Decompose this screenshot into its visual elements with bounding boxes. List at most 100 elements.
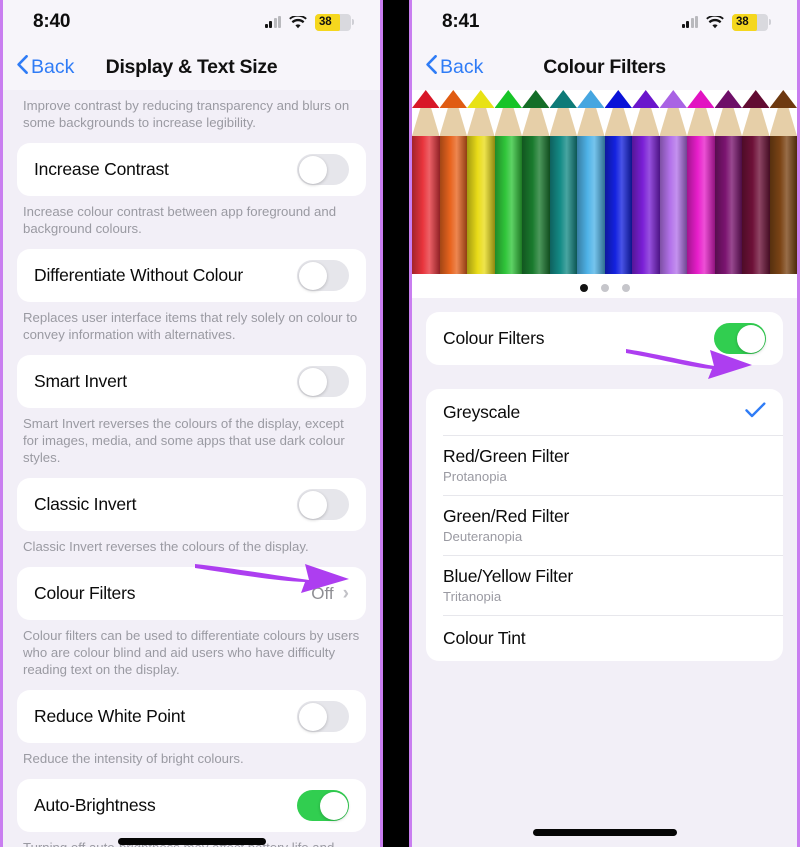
home-indicator xyxy=(532,829,677,836)
back-button[interactable]: Back xyxy=(17,54,75,80)
back-button-label: Back xyxy=(440,55,484,78)
pencil-row xyxy=(412,90,797,274)
row-classic-invert[interactable]: Classic Invert xyxy=(17,478,366,531)
filter-options-list: Greyscale Red/Green Filter Protanopia Gr… xyxy=(426,389,783,661)
row-smart-invert[interactable]: Smart Invert xyxy=(17,355,366,408)
filter-subtitle: Deuteranopia xyxy=(443,529,523,544)
colour-filters-body: Colour Filters Greyscale Red/Green Filte… xyxy=(412,298,797,661)
pencil-4 xyxy=(494,90,522,274)
pencil-9 xyxy=(632,90,660,274)
filter-title: Greyscale xyxy=(443,401,520,422)
back-button[interactable]: Back xyxy=(426,54,484,80)
pager-dot-3[interactable] xyxy=(621,284,630,292)
card-smart-invert: Smart Invert xyxy=(17,355,366,408)
wifi-icon xyxy=(706,15,724,29)
row-label: Reduce White Point xyxy=(34,706,186,726)
row-label: Auto-Brightness xyxy=(34,795,156,815)
toggle-auto-brightness[interactable] xyxy=(297,790,349,821)
card-increase-contrast: Increase Contrast xyxy=(17,143,366,196)
home-indicator xyxy=(117,838,266,845)
pencil-1 xyxy=(412,90,440,274)
wifi-icon xyxy=(289,15,307,29)
row-auto-brightness[interactable]: Auto-Brightness xyxy=(17,779,366,832)
footnote-reduce-white-point: Reduce the intensity of bright colours. xyxy=(23,751,244,766)
row-colour-filters-toggle[interactable]: Colour Filters xyxy=(426,312,783,365)
row-colour-filters[interactable]: Colour Filters Off › xyxy=(17,567,366,620)
battery-percent: 38 xyxy=(736,16,749,28)
filter-title: Red/Green Filter xyxy=(443,446,570,466)
nav-bar-left: Back Display & Text Size xyxy=(3,44,380,90)
status-time: 8:41 xyxy=(442,11,480,32)
phone-screenshot-display-text-size: 8:40 38 Back Display & Text Size Improve… xyxy=(0,0,383,847)
list-item-blue-yellow-filter[interactable]: Blue/Yellow Filter Tritanopia xyxy=(426,555,783,615)
pencil-14 xyxy=(769,90,797,274)
filter-title: Blue/Yellow Filter xyxy=(443,566,573,586)
filter-title: Green/Red Filter xyxy=(443,506,570,526)
toggle-classic-invert[interactable] xyxy=(297,489,349,520)
pager-dot-1[interactable] xyxy=(579,284,588,292)
card-auto-brightness: Auto-Brightness xyxy=(17,779,366,832)
back-button-label: Back xyxy=(31,55,75,78)
row-label: Classic Invert xyxy=(34,494,137,514)
nav-bar-right: Back Colour Filters xyxy=(412,44,797,90)
status-indicators: 38 xyxy=(264,13,354,31)
checkmark-icon xyxy=(745,402,766,422)
list-item-green-red-filter[interactable]: Green/Red Filter Deuteranopia xyxy=(426,495,783,555)
pencil-5 xyxy=(522,90,550,274)
footnote-differentiate-without-colour: Replaces user interface items that rely … xyxy=(23,310,358,342)
row-label: Smart Invert xyxy=(34,371,127,391)
toggle-increase-contrast[interactable] xyxy=(297,154,349,185)
status-time: 8:40 xyxy=(33,11,71,32)
pencil-10 xyxy=(659,90,687,274)
card-reduce-white-point: Reduce White Point xyxy=(17,690,366,743)
card-colour-filters: Colour Filters Off › xyxy=(17,567,366,620)
chevron-right-icon: › xyxy=(342,583,349,604)
cellular-signal-icon xyxy=(264,16,281,28)
pencil-7 xyxy=(577,90,605,274)
footnote-classic-invert: Classic Invert reverses the colours of t… xyxy=(23,539,309,554)
list-item-colour-tint[interactable]: Colour Tint xyxy=(426,615,783,661)
battery-icon: 38 xyxy=(315,13,354,31)
status-bar-left: 8:40 38 xyxy=(3,0,380,44)
card-colour-filters-toggle: Colour Filters xyxy=(426,312,783,365)
footnote-colour-filters: Colour filters can be used to differenti… xyxy=(23,628,360,677)
row-label: Colour Filters xyxy=(443,328,545,348)
battery-icon: 38 xyxy=(732,13,771,31)
status-bar-right: 8:41 38 xyxy=(412,0,797,44)
filter-title: Colour Tint xyxy=(443,627,526,648)
colour-filters-value: Off xyxy=(311,583,334,603)
screenshot-stage: 8:40 38 Back Display & Text Size Improve… xyxy=(0,0,800,847)
list-item-red-green-filter[interactable]: Red/Green Filter Protanopia xyxy=(426,435,783,495)
card-classic-invert: Classic Invert xyxy=(17,478,366,531)
row-label: Differentiate Without Colour xyxy=(34,265,244,285)
battery-percent: 38 xyxy=(319,16,332,28)
footnote-intro: Improve contrast by reducing transparenc… xyxy=(23,98,350,130)
chevron-left-icon xyxy=(426,54,437,80)
list-item-greyscale[interactable]: Greyscale xyxy=(426,389,783,435)
row-label: Colour Filters xyxy=(34,583,136,603)
row-increase-contrast[interactable]: Increase Contrast xyxy=(17,143,366,196)
toggle-differentiate-without-colour[interactable] xyxy=(297,260,349,291)
pencil-8 xyxy=(604,90,632,274)
toggle-smart-invert[interactable] xyxy=(297,366,349,397)
card-differentiate-without-colour: Differentiate Without Colour xyxy=(17,249,366,302)
row-differentiate-without-colour[interactable]: Differentiate Without Colour xyxy=(17,249,366,302)
pencil-3 xyxy=(467,90,495,274)
row-reduce-white-point[interactable]: Reduce White Point xyxy=(17,690,366,743)
pager-dot-2[interactable] xyxy=(600,284,609,292)
filter-subtitle: Tritanopia xyxy=(443,589,502,604)
cellular-signal-icon xyxy=(681,16,698,28)
chevron-left-icon xyxy=(17,54,28,80)
pencil-11 xyxy=(687,90,715,274)
filter-subtitle: Protanopia xyxy=(443,469,507,484)
status-indicators: 38 xyxy=(681,13,771,31)
preview-pager-dots[interactable] xyxy=(412,284,797,292)
toggle-colour-filters[interactable] xyxy=(714,323,766,354)
toggle-reduce-white-point[interactable] xyxy=(297,701,349,732)
row-label: Increase Contrast xyxy=(34,159,169,179)
settings-list-left[interactable]: Improve contrast by reducing transparenc… xyxy=(3,90,380,847)
pencil-2 xyxy=(439,90,467,274)
phone-screenshot-colour-filters: 8:41 38 Back Colour Filters Colour Filte… xyxy=(409,0,800,847)
pencil-6 xyxy=(549,90,577,274)
colour-pencils-preview[interactable] xyxy=(412,90,797,298)
